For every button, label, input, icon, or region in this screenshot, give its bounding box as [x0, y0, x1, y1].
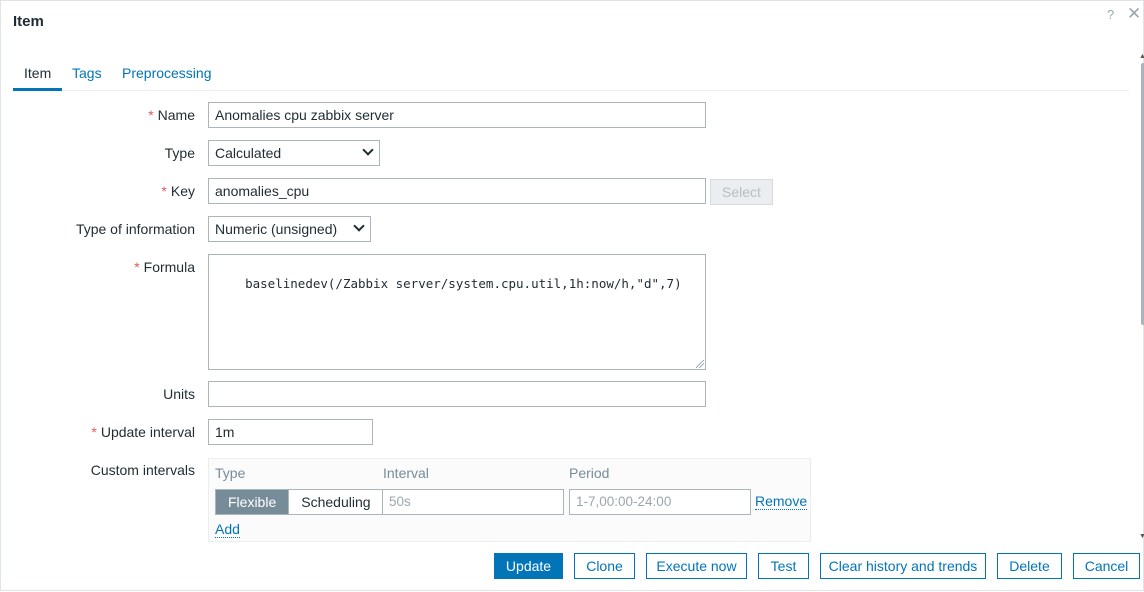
- clear-history-button[interactable]: Clear history and trends: [820, 553, 986, 579]
- interval-type-toggle: Flexible Scheduling: [215, 489, 384, 515]
- dialog-title: Item: [13, 13, 44, 30]
- name-label-text: Name: [157, 107, 195, 123]
- help-icon[interactable]: ?: [1107, 7, 1114, 22]
- dialog-footer: Update Clone Execute now Test Clear hist…: [1, 541, 1144, 592]
- execute-now-button[interactable]: Execute now: [646, 553, 747, 579]
- units-input[interactable]: [208, 381, 706, 407]
- ci-header-type: Type: [215, 465, 246, 481]
- flexible-toggle[interactable]: Flexible: [216, 490, 289, 514]
- tab-preprocessing[interactable]: Preprocessing: [122, 65, 212, 89]
- period-input[interactable]: 1-7,00:00-24:00: [569, 489, 751, 515]
- tab-bar: Item Tags Preprocessing: [13, 61, 1129, 91]
- key-label: * Key: [161, 183, 195, 199]
- type-of-information-value: Numeric (unsigned): [215, 221, 338, 237]
- delete-button[interactable]: Delete: [997, 553, 1062, 579]
- remove-link[interactable]: Remove: [755, 493, 808, 510]
- required-marker: *: [134, 259, 140, 275]
- add-link[interactable]: Add: [215, 521, 240, 538]
- type-of-information-select[interactable]: Numeric (unsigned): [208, 216, 371, 242]
- update-button[interactable]: Update: [494, 553, 563, 579]
- ci-header-interval: Interval: [383, 465, 429, 481]
- name-label: * Name: [148, 107, 195, 123]
- clone-button[interactable]: Clone: [574, 553, 635, 579]
- custom-intervals-table: Type Interval Period Flexible Scheduling…: [208, 458, 811, 542]
- tab-item[interactable]: Item: [13, 65, 63, 91]
- required-marker: *: [148, 107, 154, 123]
- cancel-button[interactable]: Cancel: [1073, 553, 1140, 579]
- key-label-text: Key: [170, 183, 195, 199]
- type-select-value: Calculated: [215, 145, 282, 161]
- resize-grip-icon[interactable]: [696, 360, 704, 368]
- scheduling-toggle[interactable]: Scheduling: [288, 490, 383, 514]
- ci-header-period: Period: [569, 465, 610, 481]
- test-button[interactable]: Test: [758, 553, 809, 579]
- units-label: Units: [163, 386, 195, 402]
- required-marker: *: [91, 424, 97, 440]
- item-dialog: Item ? ✕ Item Tags Preprocessing * Name A…: [0, 0, 1144, 591]
- formula-textarea[interactable]: baselinedev(/Zabbix server/system.cpu.ut…: [208, 254, 706, 370]
- custom-intervals-label: Custom intervals: [90, 462, 195, 478]
- required-marker: *: [161, 183, 167, 199]
- close-icon[interactable]: ✕: [1127, 4, 1141, 24]
- type-of-information-label: Type of information: [75, 221, 195, 237]
- chevron-down-icon: [353, 220, 365, 232]
- key-select-button: Select: [710, 179, 773, 205]
- formula-value: baselinedev(/Zabbix server/system.cpu.ut…: [245, 276, 682, 291]
- key-input[interactable]: anomalies_cpu: [208, 178, 706, 204]
- name-input[interactable]: Anomalies cpu zabbix server: [208, 102, 706, 128]
- type-label: Type: [164, 145, 195, 161]
- interval-input[interactable]: 50s: [382, 489, 564, 515]
- formula-label: * Formula: [134, 259, 195, 275]
- update-interval-label-text: Update interval: [100, 424, 195, 440]
- chevron-down-icon: [362, 144, 374, 156]
- formula-label-text: Formula: [143, 259, 195, 275]
- scroll-up-icon[interactable]: ▲: [1139, 53, 1144, 60]
- update-interval-input[interactable]: 1m: [208, 419, 373, 445]
- update-interval-label: * Update interval: [91, 424, 195, 440]
- scroll-down-icon[interactable]: ▼: [1139, 533, 1144, 540]
- type-select[interactable]: Calculated: [208, 140, 380, 166]
- tab-tags[interactable]: Tags: [72, 65, 102, 89]
